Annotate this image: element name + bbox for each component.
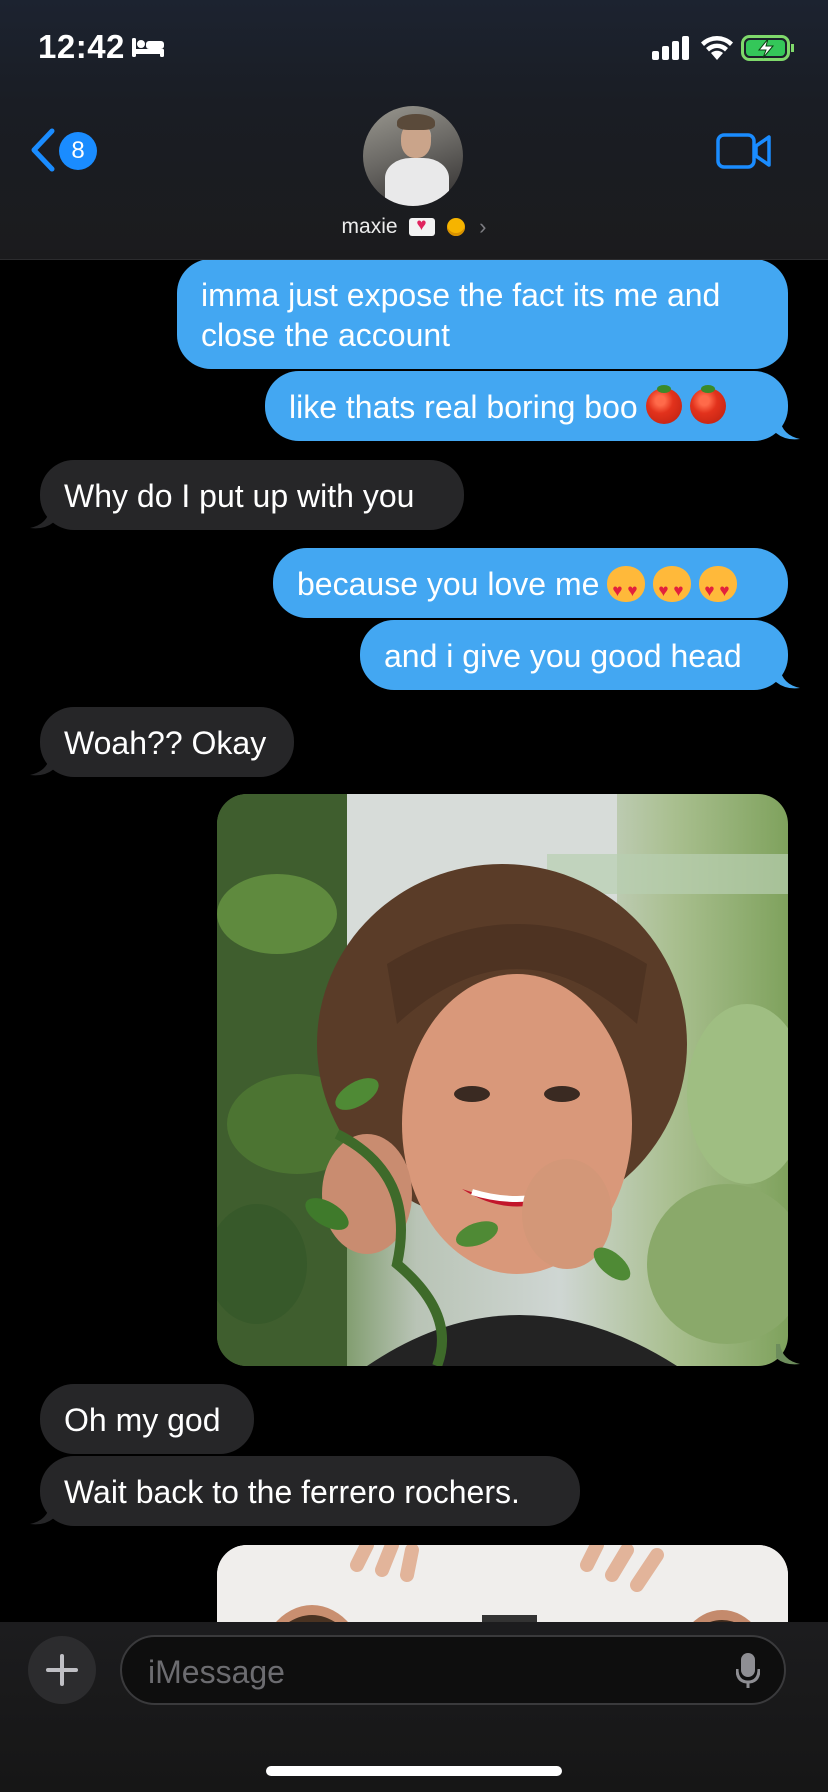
message-text: Woah?? Okay xyxy=(64,725,267,761)
composer-bar xyxy=(0,1622,828,1792)
unread-count-badge: 8 xyxy=(59,132,97,170)
battery-charging-icon xyxy=(741,35,794,61)
message-bubble-incoming[interactable]: Why do I put up with you xyxy=(40,460,464,530)
contact-name-button[interactable]: maxie › xyxy=(0,214,828,240)
home-indicator[interactable] xyxy=(266,1766,562,1776)
imessage-input[interactable] xyxy=(146,1649,710,1695)
chevron-left-icon xyxy=(31,128,55,172)
heart-eyes-cat-icon xyxy=(699,566,738,611)
message-text: because you love me xyxy=(297,566,600,602)
message-bubble-outgoing[interactable]: like thats real boring boo xyxy=(265,371,788,441)
bubble-tail xyxy=(776,419,800,440)
tomato-icon xyxy=(645,385,682,424)
contact-name: maxie xyxy=(341,215,398,238)
plus-icon xyxy=(46,1654,78,1686)
message-text: and i give you good head xyxy=(384,638,742,674)
message-text: Oh my god xyxy=(64,1402,221,1438)
status-time: 12:42 xyxy=(38,28,125,65)
apps-plus-button[interactable] xyxy=(28,1636,96,1704)
bubble-tail xyxy=(30,508,54,529)
message-bubble-incoming[interactable]: Oh my god xyxy=(40,1384,254,1454)
heart-eyes-cat-icon xyxy=(653,566,692,611)
contact-avatar[interactable] xyxy=(363,106,463,206)
tomato-icon xyxy=(689,385,726,424)
heart-eyes-cat-icon xyxy=(607,566,646,611)
message-bubble-incoming[interactable]: Woah?? Okay xyxy=(40,707,294,777)
message-bubble-incoming[interactable]: Wait back to the ferrero rochers. xyxy=(40,1456,580,1526)
message-text: imma just expose the fact its me and clo… xyxy=(201,277,721,353)
message-text: Why do I put up with you xyxy=(64,478,415,514)
love-letter-icon xyxy=(409,215,436,236)
video-camera-icon[interactable] xyxy=(716,132,772,170)
bubble-tail xyxy=(776,1344,800,1365)
message-bubble-outgoing[interactable]: imma just expose the fact its me and clo… xyxy=(177,259,788,369)
bubble-tail xyxy=(30,755,54,776)
chevron-right-icon: › xyxy=(479,214,487,239)
wifi-icon xyxy=(701,36,733,60)
bubble-tail xyxy=(776,668,800,689)
photo-attachment[interactable] xyxy=(217,794,788,1366)
medal-icon xyxy=(447,218,466,236)
message-bubble-outgoing[interactable]: and i give you good head xyxy=(360,620,788,690)
cellular-signal-icon xyxy=(652,36,689,60)
message-text: like thats real boring boo xyxy=(289,389,638,425)
back-button[interactable]: 8 xyxy=(30,126,102,176)
bed-icon xyxy=(132,38,164,57)
message-bubble-outgoing[interactable]: because you love me xyxy=(273,548,788,618)
photo-image xyxy=(217,794,788,1366)
imessage-input-field[interactable] xyxy=(120,1635,786,1705)
message-text: Wait back to the ferrero rochers. xyxy=(64,1474,520,1510)
microphone-icon[interactable] xyxy=(736,1652,760,1690)
conversation-header: 12:42 8 maxie › xyxy=(0,0,828,260)
bubble-tail xyxy=(30,1504,54,1525)
